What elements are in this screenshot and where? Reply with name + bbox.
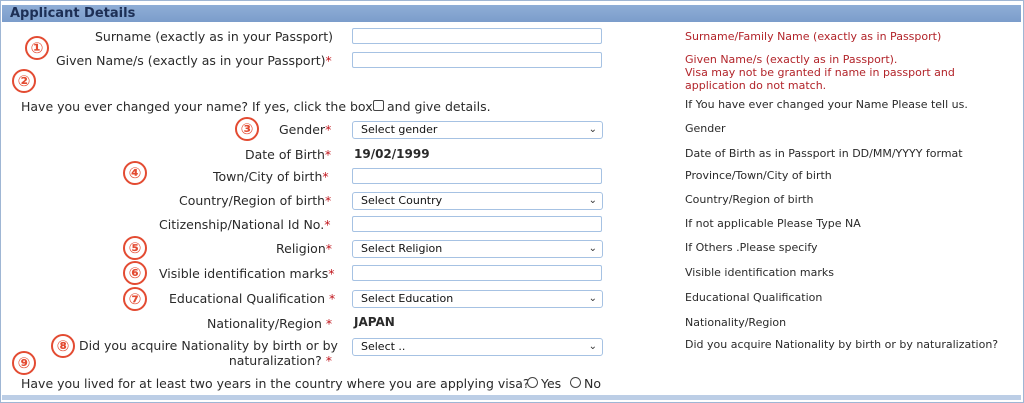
education-label: Educational Qualification *	[169, 291, 336, 306]
annotation-badge-9: ⑨	[12, 351, 36, 375]
religion-hint: If Others .Please specify	[685, 241, 818, 254]
changed-name-checkbox[interactable]	[373, 100, 384, 111]
lived-label: Have you lived for at least two years in…	[21, 376, 530, 391]
annotation-badge-5: ⑤	[123, 236, 147, 260]
section-footer-bar	[2, 395, 1021, 400]
acquire-hint: Did you acquire Nationality by birth or …	[685, 338, 999, 351]
gender-select[interactable]: Select gender ⌄	[352, 121, 603, 139]
citizenship-input[interactable]	[352, 216, 602, 232]
changed-name-label: Have you ever changed your name? If yes,…	[21, 99, 373, 114]
chevron-down-icon: ⌄	[588, 124, 597, 135]
annotation-badge-6: ⑥	[123, 261, 147, 285]
annotation-badge-3: ③	[235, 117, 259, 141]
surname-input[interactable]	[352, 28, 602, 44]
dob-label: Date of Birth*	[245, 147, 332, 162]
given-name-label: Given Name/s (exactly as in your Passpor…	[56, 53, 332, 68]
town-label: Town/City of birth*	[213, 169, 329, 184]
citizenship-label: Citizenship/National Id No.*	[159, 217, 331, 232]
section-title: Applicant Details	[10, 6, 136, 21]
lived-yes-label: Yes	[541, 376, 562, 391]
education-select[interactable]: Select Education ⌄	[352, 290, 603, 308]
annotation-badge-1: ①	[25, 36, 49, 60]
annotation-badge-7: ⑦	[123, 287, 147, 311]
given-name-hint-1: Given Name/s (exactly as in Passport).	[685, 53, 898, 66]
annotation-badge-4: ④	[123, 161, 147, 185]
country-label: Country/Region of birth*	[179, 193, 332, 208]
acquire-label: Did you acquire Nationality by birth or …	[79, 338, 338, 368]
section-header: Applicant Details	[2, 5, 1021, 22]
annotation-badge-2: ②	[12, 69, 36, 93]
annotation-badge-8: ⑧	[51, 334, 75, 358]
surname-hint: Surname/Family Name (exactly as in Passp…	[685, 30, 942, 43]
lived-yes-radio[interactable]	[527, 377, 538, 388]
town-input[interactable]	[352, 168, 602, 184]
dob-hint: Date of Birth as in Passport in DD/MM/YY…	[685, 147, 963, 160]
acquire-select[interactable]: Select .. ⌄	[352, 338, 603, 356]
gender-label: Gender*	[279, 122, 332, 137]
given-name-input[interactable]	[352, 52, 602, 68]
lived-no-label: No	[584, 376, 601, 391]
marks-input[interactable]	[352, 265, 602, 281]
town-hint: Province/Town/City of birth	[685, 169, 832, 182]
nationality-value: JAPAN	[354, 315, 395, 329]
surname-label: Surname (exactly as in your Passport)	[95, 29, 333, 44]
given-name-hint-3: application do not match.	[685, 79, 827, 92]
religion-select[interactable]: Select Religion ⌄	[352, 240, 603, 258]
given-name-hint-2: Visa may not be granted if name in passp…	[685, 66, 955, 79]
marks-hint: Visible identification marks	[685, 266, 834, 279]
changed-name-hint: If You have ever changed your Name Pleas…	[685, 98, 968, 111]
chevron-down-icon: ⌄	[588, 341, 597, 352]
dob-value: 19/02/1999	[354, 147, 430, 161]
required-asterisk: *	[325, 53, 332, 68]
education-hint: Educational Qualification	[685, 291, 823, 304]
lived-no-radio[interactable]	[570, 377, 581, 388]
changed-name-label-after: and give details.	[387, 99, 491, 114]
religion-label: Religion*	[276, 241, 332, 256]
chevron-down-icon: ⌄	[588, 293, 597, 304]
chevron-down-icon: ⌄	[588, 243, 597, 254]
citizenship-hint: If not applicable Please Type NA	[685, 217, 861, 230]
country-select[interactable]: Select Country ⌄	[352, 192, 603, 210]
nationality-label: Nationality/Region *	[207, 316, 333, 331]
nationality-hint: Nationality/Region	[685, 316, 787, 329]
chevron-down-icon: ⌄	[588, 195, 597, 206]
gender-hint: Gender	[685, 122, 726, 135]
country-hint: Country/Region of birth	[685, 193, 814, 206]
marks-label: Visible identification marks*	[159, 266, 335, 281]
applicant-details-panel: Applicant Details ① ② ③ ④ ⑤ ⑥ ⑦ ⑧ ⑨ Surn…	[0, 0, 1024, 403]
